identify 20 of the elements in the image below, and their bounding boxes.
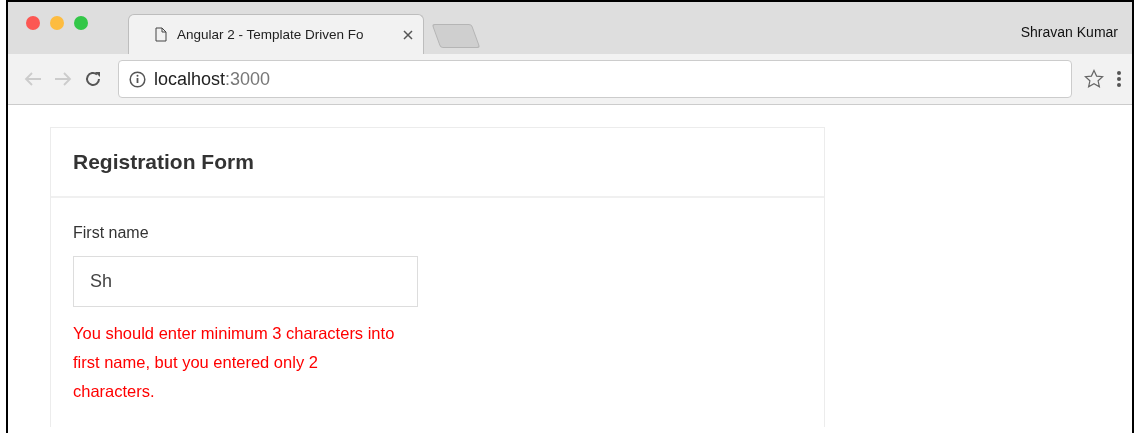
url-port: :3000 [225,68,271,89]
profile-name[interactable]: Shravan Kumar [1020,24,1118,40]
info-icon[interactable] [129,70,146,88]
field-label: First name [73,224,150,242]
menu-icon[interactable] [1116,70,1122,88]
url-host: localhost [154,68,226,89]
close-icon[interactable] [403,29,413,40]
back-arrow-icon[interactable] [24,71,42,87]
input-field[interactable]: Sh [73,256,418,307]
zoom-button[interactable] [74,16,88,30]
star-icon[interactable] [1084,69,1104,89]
page-icon [155,27,167,42]
error-message: You should enter minimum 3 characters into first name, but you entered only 2 characters. [73,323,396,402]
reload-icon[interactable] [84,70,102,88]
close-button[interactable] [26,16,40,30]
address-bar[interactable]: localhost:3000 [118,60,1072,98]
browser-tab[interactable]: Angular 2 - Template Driven Fo [128,14,424,54]
minimize-button[interactable] [50,16,64,30]
form-title: Registration Form [73,150,254,174]
forward-arrow-icon[interactable] [54,71,72,87]
